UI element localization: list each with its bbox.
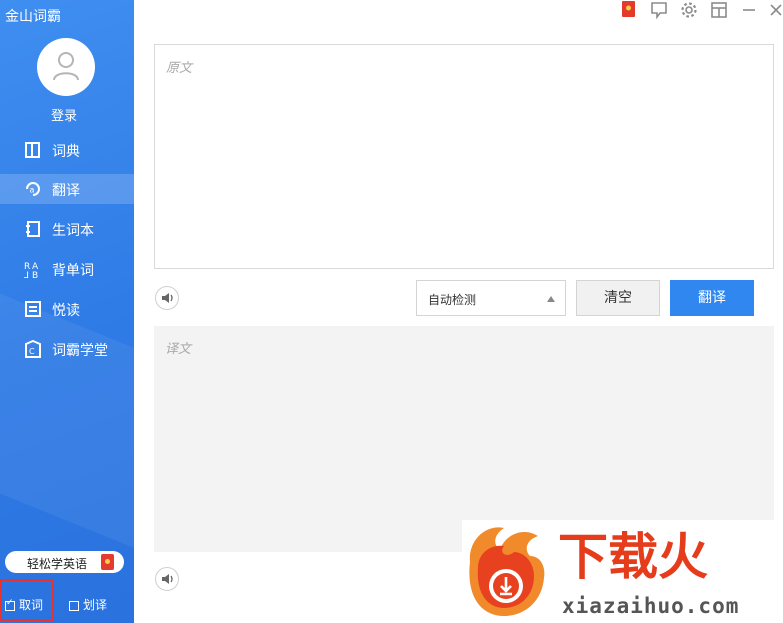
notebook-icon: [26, 221, 40, 237]
promo-button[interactable]: 轻松学英语: [5, 551, 124, 573]
sidebar-item-label: 翻译: [52, 183, 80, 199]
source-speak-button[interactable]: [155, 286, 179, 310]
school-icon: C: [25, 340, 41, 358]
sidebar-item-translate[interactable]: a 翻译: [0, 174, 134, 204]
feedback-icon[interactable]: [650, 1, 668, 20]
watermark-brand: 下载火: [558, 528, 708, 586]
target-speak-button[interactable]: [155, 567, 179, 591]
reading-icon: [25, 301, 41, 317]
avatar[interactable]: [37, 38, 95, 96]
user-icon: [53, 52, 79, 81]
translate-icon: a: [26, 182, 40, 196]
svg-text:B: B: [32, 271, 38, 278]
svg-text:⅃: ⅃: [24, 271, 29, 278]
sidebar-item-vocab-book[interactable]: 生词本: [0, 214, 134, 244]
sidebar-item-memorize[interactable]: R A ⅃ B 背单词: [0, 254, 134, 284]
translate-button[interactable]: 翻译: [670, 280, 754, 316]
flame-logo-icon: [469, 527, 545, 616]
source-text-input[interactable]: 原文: [154, 44, 774, 269]
close-icon[interactable]: [768, 1, 783, 19]
sidebar-item-label: 词典: [52, 144, 80, 160]
target-placeholder: 译文: [165, 342, 192, 357]
app-title: 金山词霸: [5, 9, 61, 25]
promo-label: 轻松学英语: [27, 557, 88, 571]
sidebar: 金山词霸 登录 词典 a 翻译 生词本 R A ⅃ B 背单词 悦读 C 词霸学…: [0, 0, 134, 623]
language-select[interactable]: 自动检测: [416, 280, 566, 316]
clear-button[interactable]: 清空: [576, 280, 660, 316]
title-bar: [134, 0, 783, 20]
mini-mode-icon[interactable]: [710, 1, 728, 19]
sidebar-item-dictionary[interactable]: 词典: [0, 135, 134, 165]
source-placeholder: 原文: [166, 61, 193, 76]
select-translate-toggle[interactable]: 划译: [69, 596, 107, 613]
gear-icon[interactable]: [680, 1, 698, 19]
checkbox-unchecked-icon: [69, 600, 79, 611]
sidebar-item-label: 悦读: [52, 303, 80, 319]
highlight-frame: [0, 579, 54, 621]
sidebar-item-school[interactable]: C 词霸学堂: [0, 334, 134, 364]
speaker-icon: [162, 574, 173, 584]
speaker-icon: [162, 293, 173, 303]
svg-text:a: a: [30, 186, 35, 195]
target-text-output: 译文: [154, 326, 774, 552]
book-icon: [25, 142, 40, 158]
language-value: 自动检测: [428, 293, 477, 307]
watermark: 下载火 xiazaihuo.com: [462, 520, 783, 623]
flashcard-icon: R A ⅃ B: [24, 262, 39, 278]
dropdown-arrow-icon: [547, 296, 555, 302]
sidebar-item-reading[interactable]: 悦读: [0, 294, 134, 324]
red-envelope-icon: [101, 554, 114, 570]
sidebar-item-label: 生词本: [52, 223, 94, 239]
svg-text:C: C: [29, 347, 35, 356]
login-link[interactable]: 登录: [0, 105, 128, 124]
select-translate-label: 划译: [83, 598, 108, 612]
sidebar-item-label: 词霸学堂: [52, 343, 108, 359]
sidebar-item-label: 背单词: [52, 263, 94, 279]
watermark-domain: xiazaihuo.com: [562, 594, 740, 618]
red-envelope-icon[interactable]: [622, 0, 640, 18]
minimize-icon[interactable]: [740, 1, 758, 19]
